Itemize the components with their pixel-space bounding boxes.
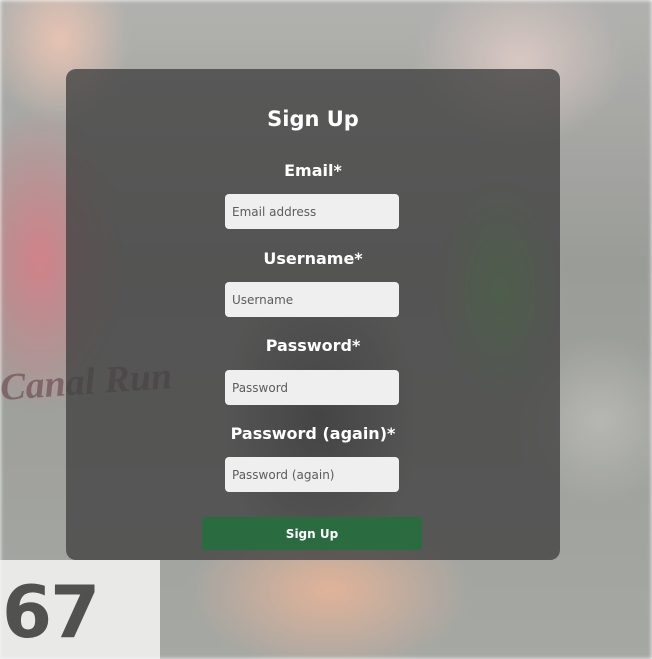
form-title: Sign Up <box>267 107 359 131</box>
email-input[interactable] <box>225 194 399 229</box>
password-again-input[interactable] <box>225 457 399 492</box>
email-label: Email* <box>284 161 342 180</box>
signup-card: Sign Up Email* Username* Password* Passw… <box>66 69 560 560</box>
password-input[interactable] <box>225 370 399 405</box>
username-input[interactable] <box>225 282 399 317</box>
password-label: Password* <box>265 336 361 355</box>
password-again-label: Password (again)* <box>230 424 396 443</box>
username-label: Username* <box>263 249 363 268</box>
sign-up-button[interactable]: Sign Up <box>202 517 422 550</box>
